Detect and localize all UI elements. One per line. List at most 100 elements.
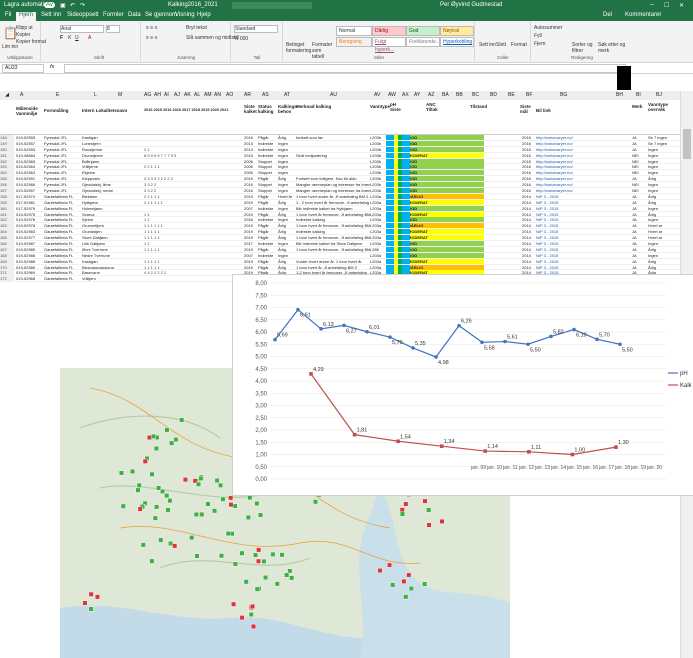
cell-state[interactable]: GOD xyxy=(408,252,484,258)
style-explanatory[interactable]: Forklarende... xyxy=(406,37,440,47)
cell-municipality[interactable]: Gautefallheia FL xyxy=(44,247,78,252)
cell-link[interactable]: NIP 3 - 2015 xyxy=(536,241,586,246)
cell-municipality[interactable]: Fyresdal JFL xyxy=(44,135,78,140)
cell-mark[interactable]: JA xyxy=(632,212,642,217)
map-marker-red[interactable] xyxy=(256,558,261,564)
cell-mark[interactable]: NEI xyxy=(632,170,642,175)
cell-monitoring[interactable]: Ingen xyxy=(648,206,670,211)
map-marker-green[interactable] xyxy=(403,594,409,600)
map-marker-green[interactable] xyxy=(136,482,142,488)
close-icon[interactable]: ✕ xyxy=(679,2,684,9)
font-size-select[interactable]: 8 xyxy=(106,25,120,33)
map-marker-red[interactable] xyxy=(94,594,100,600)
map-marker-green[interactable] xyxy=(130,468,135,474)
cell-need[interactable]: Årlig xyxy=(278,235,294,240)
align-left-icon[interactable]: ≡ ≡ ≡ xyxy=(146,35,158,41)
cell-remark[interactable]: 1 tonn hvert år fremover. Jf anbefaling … xyxy=(296,247,370,252)
col-header-e[interactable]: E xyxy=(56,92,59,98)
header-lake[interactable]: Intern Lokalitetsnavn xyxy=(82,108,127,113)
cell-link[interactable]: NIP 3 - 2015 xyxy=(536,265,586,270)
cell-status[interactable]: Indirekte xyxy=(258,241,274,246)
cell-state[interactable]: GOD xyxy=(408,140,484,146)
map-marker-green[interactable] xyxy=(151,433,157,439)
col-header-ag[interactable]: AG xyxy=(144,92,151,98)
style-hyperlink[interactable]: Hyperkobling xyxy=(440,37,474,47)
align-top-icon[interactable]: ≡ ≡ ≡ xyxy=(146,25,158,31)
row-number[interactable]: 159 xyxy=(0,199,14,205)
font-color-icon[interactable]: A xyxy=(88,35,91,41)
cell-last-measured[interactable]: 2014 xyxy=(522,200,534,205)
cell-status[interactable]: Stoppet xyxy=(258,188,274,193)
map-marker-green[interactable] xyxy=(261,558,267,564)
cell-need[interactable]: Årlig xyxy=(278,135,294,140)
cell-monitoring[interactable]: Årlig xyxy=(648,194,670,199)
cell-yearly-tons[interactable]: 1 1 1 1 1 xyxy=(144,259,232,264)
cell-mark[interactable]: NEI xyxy=(632,188,642,193)
cut-button[interactable]: Klipp ut xyxy=(16,25,33,31)
cell-monitoring[interactable]: Ingen xyxy=(648,170,670,175)
col-header-bi[interactable]: BI xyxy=(636,92,641,98)
class-color-cell[interactable] xyxy=(406,217,410,223)
cell-yearly-tons[interactable]: 1 1 xyxy=(144,241,232,246)
cell-link[interactable]: NIP 3 - 2015 xyxy=(536,247,586,252)
cell-yearly-tons[interactable]: 2 1 xyxy=(144,147,232,152)
cell-remark[interactable]: 1 tonn hvert år fremover. Jf anbefaling … xyxy=(296,212,370,217)
cell-id[interactable]: 019-52557 xyxy=(16,141,42,146)
map-marker-red[interactable] xyxy=(399,507,405,513)
cell-lake[interactable]: Store Daltjønn xyxy=(82,235,116,240)
row-number[interactable]: 163 xyxy=(0,223,14,229)
cell-id[interactable]: 019-48684 xyxy=(16,153,42,158)
header-link[interactable]: Bil link xyxy=(536,108,551,113)
cell-remark[interactable]: Vurder hvert andre år. 1 tonn hvert år xyxy=(296,259,370,264)
row-number[interactable]: 172 xyxy=(0,276,14,282)
header-ph[interactable]: pH Siste xyxy=(390,102,402,112)
cell-link[interactable]: http://naturvaryer.no/ xyxy=(536,182,586,187)
col-header-al[interactable]: AL xyxy=(194,92,200,98)
map-marker-green[interactable] xyxy=(173,437,179,443)
cell-id[interactable]: 017-52974 xyxy=(16,194,42,199)
cell-link[interactable]: NIP 3 - 2015 xyxy=(536,259,586,264)
cell-municipality[interactable]: Gautefallheia FL xyxy=(44,206,78,211)
cell-remark[interactable]: 1 tonn hvert år fremover. Jf anbefaling … xyxy=(296,235,370,240)
cell-mark[interactable]: JA xyxy=(632,247,642,252)
cell-link[interactable]: NIP 3 - 2015 xyxy=(536,223,586,228)
cell-id[interactable]: 019-52563 xyxy=(16,170,42,175)
cell-lake[interactable]: Bråtnjønn xyxy=(82,159,116,164)
cell-last-measured[interactable]: 2016 xyxy=(522,188,534,193)
map-marker-green[interactable] xyxy=(408,586,414,591)
row-number[interactable]: 168 xyxy=(0,252,14,258)
cell-remark[interactable]: Blir indirekte kalket fra Store Daltjønn xyxy=(296,241,370,246)
map-marker-green[interactable] xyxy=(158,537,164,543)
row-number[interactable]: 169 xyxy=(0,258,14,264)
wrap-text-button[interactable]: Bryt tekst xyxy=(186,25,207,31)
map-marker-green[interactable] xyxy=(198,475,204,481)
map-marker-green[interactable] xyxy=(219,553,224,559)
cell-last-measured[interactable]: 2016 xyxy=(522,147,534,152)
tab-file[interactable]: Fil xyxy=(2,12,14,18)
class-color-cell[interactable] xyxy=(406,235,410,241)
header-last-measured[interactable]: Siste mål xyxy=(520,104,534,114)
cell-need[interactable]: Ingen xyxy=(278,159,294,164)
cell-mark[interactable]: JA xyxy=(632,259,642,264)
cell-municipality[interactable]: Fyresdal JFL xyxy=(44,147,78,152)
row-number[interactable]: 166 xyxy=(0,241,14,247)
cell-water-type[interactable]: L203b xyxy=(370,153,384,158)
tab-formulas[interactable]: Formler xyxy=(100,12,127,18)
cell-yearly-tons[interactable]: 1 1 xyxy=(144,217,232,222)
row-number[interactable]: 167 xyxy=(0,246,14,252)
cell-yearly-tons[interactable]: 1 1 1 1 1 1 xyxy=(144,223,232,228)
cell-id[interactable]: 019-52597 xyxy=(16,188,42,193)
map-marker-red[interactable] xyxy=(231,601,237,607)
map-marker-green[interactable] xyxy=(243,579,249,585)
style-normal[interactable]: Normal xyxy=(336,26,372,36)
cell-yearly-tons[interactable]: 1 1 1 1 1 xyxy=(144,235,232,240)
cell-remark[interactable]: Slutt nedjustering xyxy=(296,153,370,158)
format-cells-button[interactable]: Format xyxy=(511,42,527,48)
cell-water-type[interactable]: L203b xyxy=(370,135,384,140)
header-status[interactable]: Status kalking xyxy=(258,104,276,114)
cell-lake[interactable]: Øvre Tverrune xyxy=(82,247,116,252)
minimize-icon[interactable]: ─ xyxy=(650,2,654,8)
col-header-bd[interactable]: BD xyxy=(490,92,497,98)
cell-yearly-tons[interactable]: 3 3 2 2 xyxy=(144,182,232,187)
cell-id[interactable]: 019-52978 xyxy=(16,223,42,228)
